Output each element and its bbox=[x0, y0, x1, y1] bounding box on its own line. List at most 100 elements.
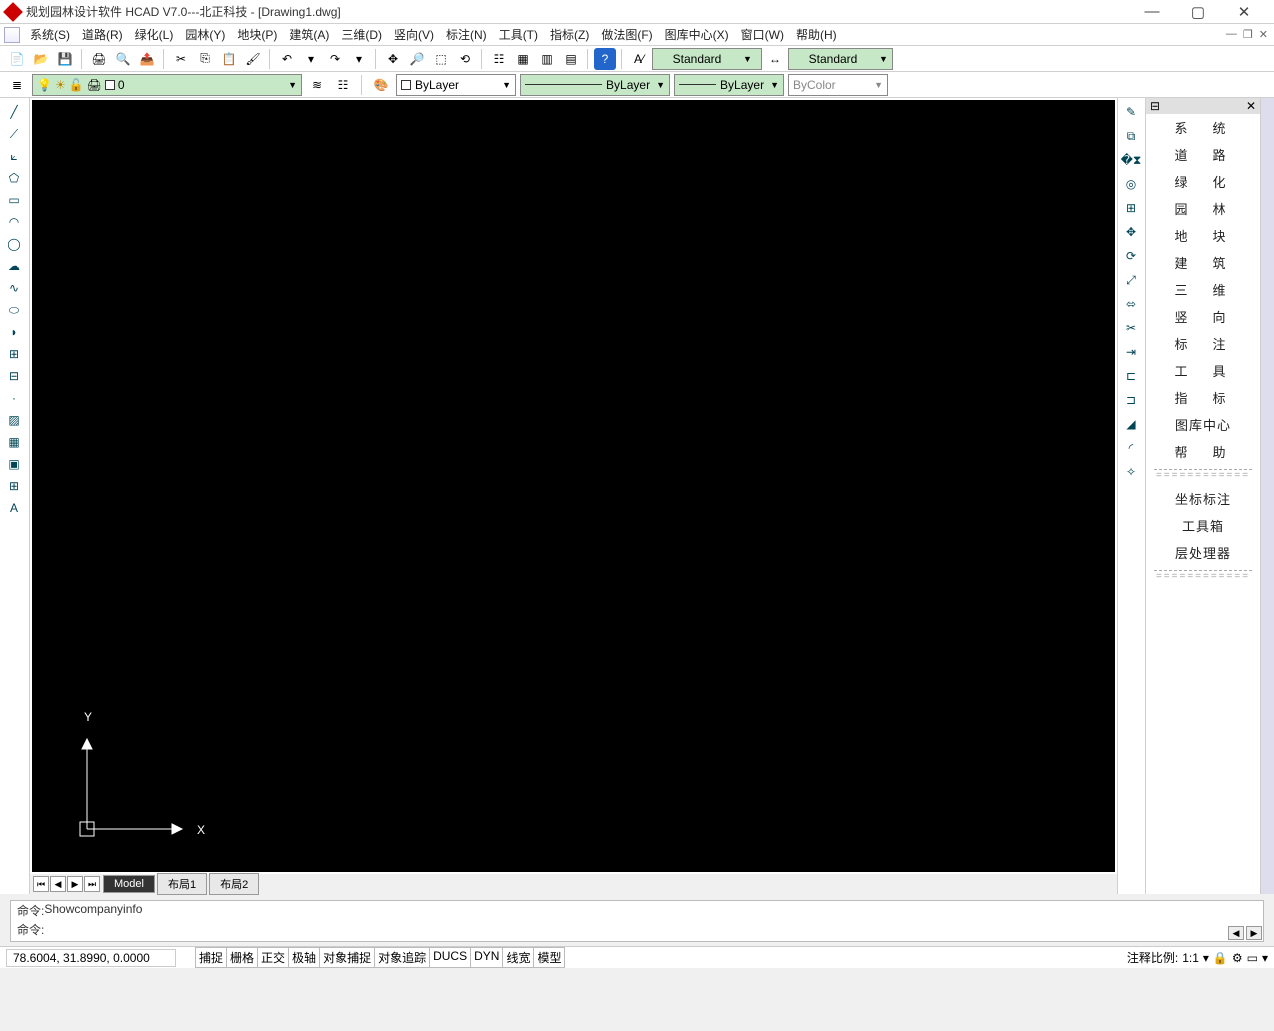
chamfer-icon[interactable]: ◢ bbox=[1120, 414, 1142, 434]
rectangle-icon[interactable]: ▭ bbox=[2, 190, 26, 210]
stretch-icon[interactable]: ⬄ bbox=[1120, 294, 1142, 314]
save-icon[interactable]: 💾 bbox=[54, 48, 76, 70]
tab-layout1[interactable]: 布局1 bbox=[157, 873, 207, 895]
close-button[interactable]: ✕ bbox=[1230, 3, 1258, 21]
tab-next-button[interactable]: ▶ bbox=[67, 876, 83, 892]
redo-icon[interactable]: ↷ bbox=[324, 48, 346, 70]
menu-5[interactable]: 建筑(A) bbox=[283, 24, 335, 45]
status-toggle-3[interactable]: 极轴 bbox=[288, 947, 320, 968]
tool-palette-icon[interactable]: ▥ bbox=[536, 48, 558, 70]
mtext-icon[interactable]: A bbox=[2, 498, 26, 518]
status-toggle-4[interactable]: 对象捕捉 bbox=[319, 947, 375, 968]
status-icon-4[interactable]: ▾ bbox=[1262, 951, 1268, 965]
status-toggle-1[interactable]: 栅格 bbox=[226, 947, 258, 968]
status-toggle-5[interactable]: 对象追踪 bbox=[374, 947, 430, 968]
panel-item2-1[interactable]: 工具箱 bbox=[1146, 512, 1260, 539]
layer-manager-icon[interactable]: ≣ bbox=[6, 74, 28, 96]
paste-icon[interactable]: 📋 bbox=[218, 48, 240, 70]
sheet-set-icon[interactable]: ▤ bbox=[560, 48, 582, 70]
anno-drop-icon[interactable]: ▾ bbox=[1203, 951, 1209, 965]
textstyle-dropdown[interactable]: Standard▼ bbox=[652, 48, 762, 70]
trim-icon[interactable]: ✂ bbox=[1120, 318, 1142, 338]
mirror-icon[interactable]: �⧗ bbox=[1120, 150, 1142, 170]
dimstyle-dropdown[interactable]: Standard▼ bbox=[788, 48, 893, 70]
panel-collapse-icon[interactable]: ⊟ bbox=[1150, 99, 1160, 113]
layer-dropdown[interactable]: 💡 ☀ 🔓 🖨 0 ▼ bbox=[32, 74, 302, 96]
panel-item2-0[interactable]: 坐标标注 bbox=[1146, 485, 1260, 512]
table-icon[interactable]: ⊞ bbox=[2, 476, 26, 496]
status-icon-3[interactable]: ▭ bbox=[1247, 951, 1258, 965]
panel-item-8[interactable]: 标 注 bbox=[1146, 330, 1260, 357]
status-toggle-6[interactable]: DUCS bbox=[429, 947, 471, 968]
mdi-minimize-button[interactable]: — bbox=[1226, 28, 1237, 41]
menu-11[interactable]: 做法图(F) bbox=[595, 24, 658, 45]
status-icon-2[interactable]: ⚙ bbox=[1232, 951, 1243, 965]
copy-obj-icon[interactable]: ⧉ bbox=[1120, 126, 1142, 146]
extend-icon[interactable]: ⇥ bbox=[1120, 342, 1142, 362]
panel-item2-2[interactable]: 层处理器 bbox=[1146, 539, 1260, 566]
menu-12[interactable]: 图库中心(X) bbox=[659, 24, 735, 45]
menu-2[interactable]: 绿化(L) bbox=[129, 24, 180, 45]
zoom-prev-icon[interactable]: ⟲ bbox=[454, 48, 476, 70]
rotate-icon[interactable]: ⟳ bbox=[1120, 246, 1142, 266]
panel-item-5[interactable]: 建 筑 bbox=[1146, 249, 1260, 276]
pan-icon[interactable]: ✥ bbox=[382, 48, 404, 70]
offset-icon[interactable]: ◎ bbox=[1120, 174, 1142, 194]
circle-icon[interactable]: ◯ bbox=[2, 234, 26, 254]
panel-item-10[interactable]: 指 标 bbox=[1146, 384, 1260, 411]
lineweight-dropdown[interactable]: ByLayer ▼ bbox=[674, 74, 784, 96]
move-icon[interactable]: ✥ bbox=[1120, 222, 1142, 242]
menu-14[interactable]: 帮助(H) bbox=[790, 24, 843, 45]
panel-item-3[interactable]: 园 林 bbox=[1146, 195, 1260, 222]
revcloud-icon[interactable]: ☁ bbox=[2, 256, 26, 276]
tab-first-button[interactable]: ⏮ bbox=[33, 876, 49, 892]
status-toggle-0[interactable]: 捕捉 bbox=[195, 947, 227, 968]
menu-6[interactable]: 三维(D) bbox=[335, 24, 388, 45]
fillet-icon[interactable]: ◜ bbox=[1120, 438, 1142, 458]
line-icon[interactable]: ╱ bbox=[2, 102, 26, 122]
mdi-restore-button[interactable]: ❐ bbox=[1243, 28, 1253, 41]
maximize-button[interactable]: ▢ bbox=[1184, 3, 1212, 21]
menu-10[interactable]: 指标(Z) bbox=[544, 24, 595, 45]
new-icon[interactable]: 📄 bbox=[6, 48, 28, 70]
insert-block-icon[interactable]: ⊞ bbox=[2, 344, 26, 364]
preview-icon[interactable]: 🔍 bbox=[112, 48, 134, 70]
panel-item-1[interactable]: 道 路 bbox=[1146, 141, 1260, 168]
properties-icon[interactable]: ☷ bbox=[488, 48, 510, 70]
ellipse-icon[interactable]: ⬭ bbox=[2, 300, 26, 320]
array-icon[interactable]: ⊞ bbox=[1120, 198, 1142, 218]
menu-7[interactable]: 竖向(V) bbox=[388, 24, 440, 45]
status-toggle-9[interactable]: 模型 bbox=[533, 947, 565, 968]
status-toggle-2[interactable]: 正交 bbox=[257, 947, 289, 968]
command-area[interactable]: 命令: Showcompanyinfo 命令: ◀ ▶ bbox=[10, 900, 1264, 942]
drawing-canvas[interactable]: X Y bbox=[32, 100, 1115, 872]
publish-icon[interactable]: 📤 bbox=[136, 48, 158, 70]
cut-icon[interactable]: ✂ bbox=[170, 48, 192, 70]
panel-item-0[interactable]: 系 统 bbox=[1146, 114, 1260, 141]
menu-13[interactable]: 窗口(W) bbox=[735, 24, 790, 45]
layer-states-icon[interactable]: ☷ bbox=[332, 74, 354, 96]
menu-1[interactable]: 道路(R) bbox=[76, 24, 129, 45]
ellipse-arc-icon[interactable]: ◗ bbox=[2, 322, 26, 342]
panel-item-7[interactable]: 竖 向 bbox=[1146, 303, 1260, 330]
color-dropdown[interactable]: ByLayer ▼ bbox=[396, 74, 516, 96]
region-icon[interactable]: ▣ bbox=[2, 454, 26, 474]
match-icon[interactable]: 🖌 bbox=[242, 48, 264, 70]
panel-item-4[interactable]: 地 块 bbox=[1146, 222, 1260, 249]
panel-item-12[interactable]: 帮 助 bbox=[1146, 438, 1260, 465]
copy-icon[interactable]: ⎘ bbox=[194, 48, 216, 70]
dimstyle-icon[interactable]: ↔ bbox=[764, 48, 786, 70]
mdi-close-button[interactable]: ✕ bbox=[1259, 28, 1268, 41]
tab-prev-button[interactable]: ◀ bbox=[50, 876, 66, 892]
polyline-icon[interactable]: ⟀ bbox=[2, 146, 26, 166]
tab-last-button[interactable]: ⏭ bbox=[84, 876, 100, 892]
explode-icon[interactable]: ✧ bbox=[1120, 462, 1142, 482]
linetype-dropdown[interactable]: ByLayer ▼ bbox=[520, 74, 670, 96]
gradient-icon[interactable]: ▦ bbox=[2, 432, 26, 452]
status-toggle-7[interactable]: DYN bbox=[470, 947, 503, 968]
tab-model[interactable]: Model bbox=[103, 875, 155, 893]
make-block-icon[interactable]: ⊟ bbox=[2, 366, 26, 386]
tab-layout2[interactable]: 布局2 bbox=[209, 873, 259, 895]
arc-icon[interactable]: ◠ bbox=[2, 212, 26, 232]
open-icon[interactable]: 📂 bbox=[30, 48, 52, 70]
